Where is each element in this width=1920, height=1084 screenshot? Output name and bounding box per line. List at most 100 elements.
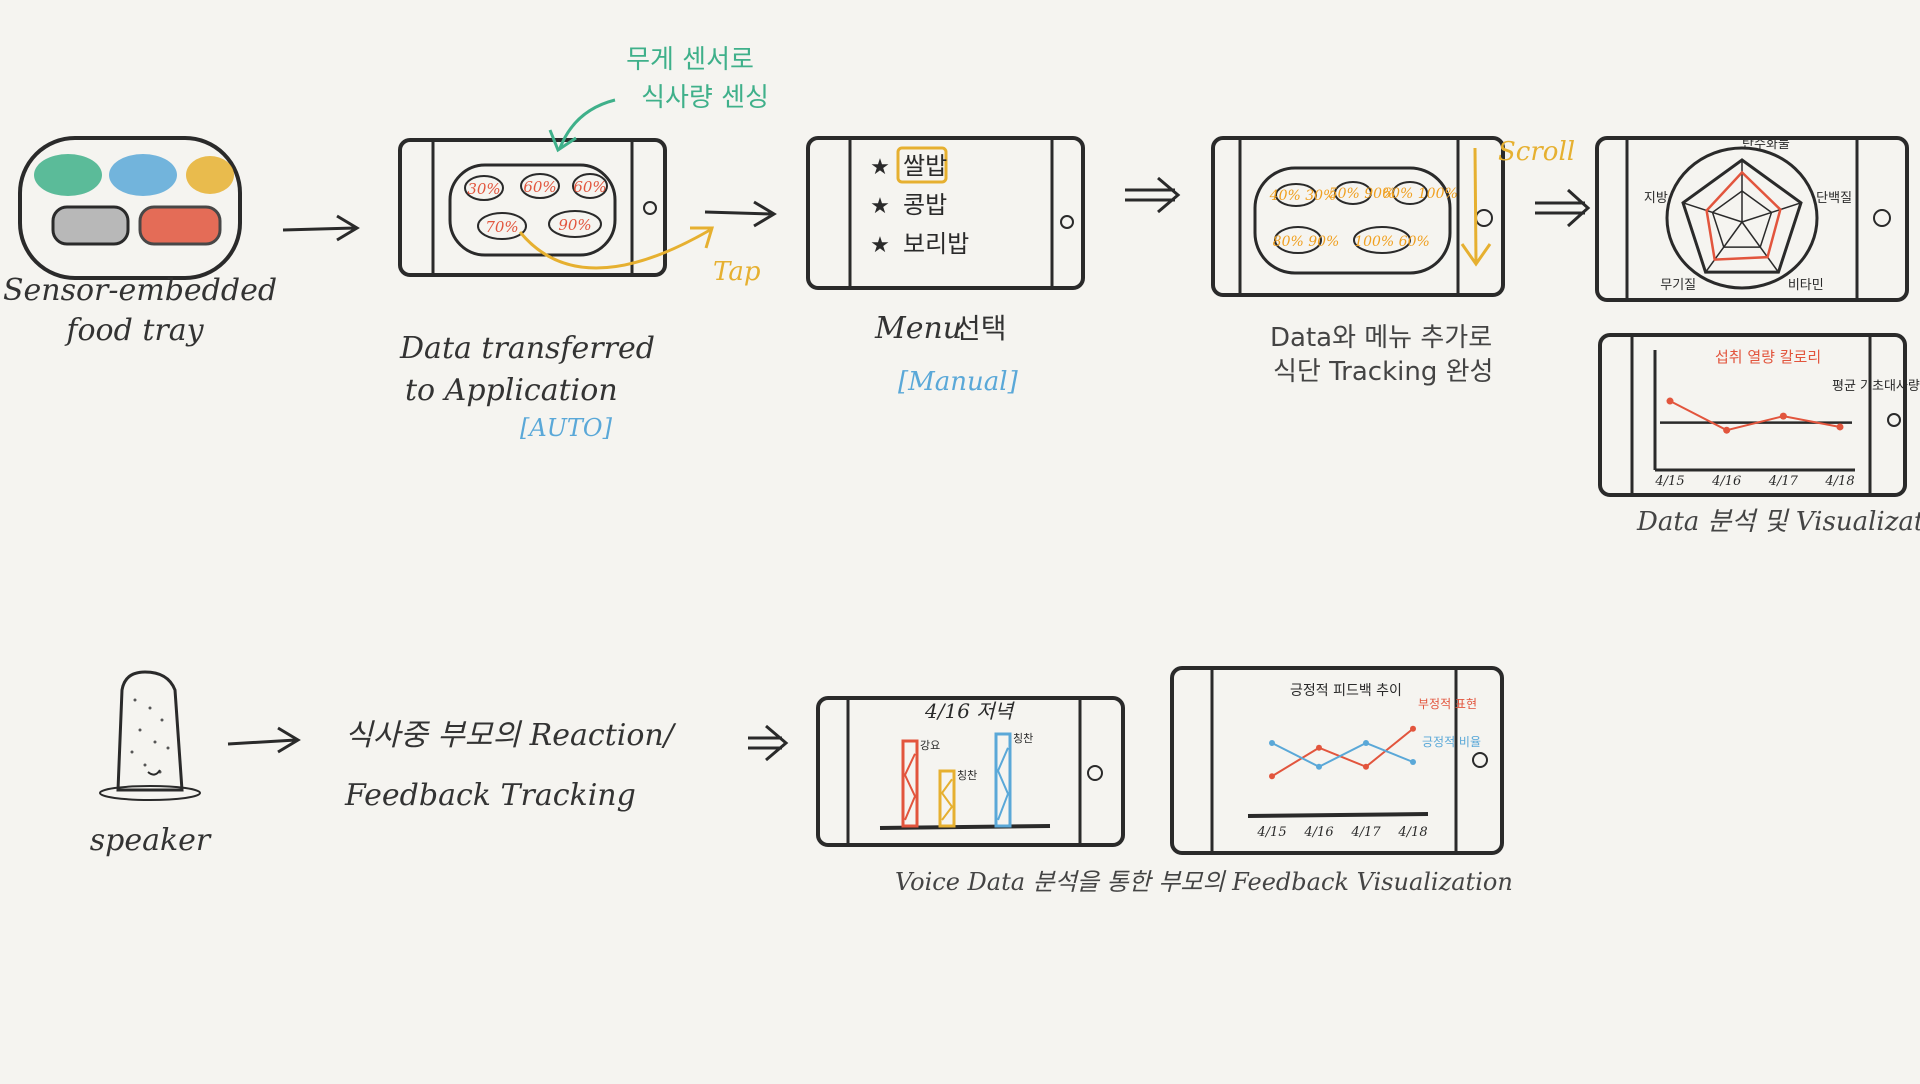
feedback-date-label: 4/15	[1256, 825, 1286, 840]
scroll-arrow-icon	[1460, 147, 1492, 267]
radar-axis-label: 무기질	[1660, 278, 1696, 293]
step4-label-line1: Data와 메뉴 추가로	[1270, 323, 1492, 353]
home-button-icon	[643, 201, 657, 215]
feedback-point	[1363, 740, 1369, 746]
step1-label-line2: food tray	[64, 313, 204, 348]
sensor-annotation-line2: 식사량 센싱	[641, 83, 769, 113]
menu-item-3[interactable]: 보리밥	[903, 230, 969, 258]
menu-list: ★ 쌀밥 ★ 콩밥 ★ 보리밥	[870, 152, 969, 258]
voice-bar-chart: 강요칭찬칭찬	[901, 731, 1033, 828]
feedback-point	[1316, 744, 1322, 751]
storyboard-svg: Sensor-embedded food tray 30% 60% 60% 70…	[3, 45, 1920, 896]
step2-label-line1: Data transferred	[399, 331, 655, 366]
step8-label: Voice Data 분석을 통한 부모의 Feedback Visualiza…	[895, 868, 1513, 896]
radar-axis-label: 비타민	[1788, 278, 1824, 293]
step7-label-line1: 식사중 부모의 Reaction/	[345, 718, 677, 753]
radar-axis	[1741, 202, 1802, 223]
star-icon: ★	[870, 155, 890, 180]
calorie-series-line	[1669, 400, 1841, 432]
feedback-line-chart: 4/15 4/16 4/17 4/18	[1256, 725, 1428, 840]
calorie-chart-title: 섭취 열량 칼로리	[1715, 348, 1821, 366]
speaker-label: speaker	[90, 823, 212, 858]
feedback-date-label: 4/18	[1397, 825, 1427, 840]
calorie-ref-label: 평균 기초대사량	[1832, 379, 1920, 394]
radar-axis-label: 지방	[1644, 191, 1668, 206]
tray-value-2: 60%	[523, 178, 556, 196]
manual-mode-label: [Manual]	[898, 367, 1019, 397]
tray-compartment-gray	[51, 205, 130, 246]
calorie-date-label: 4/15	[1654, 474, 1684, 489]
tray-compartment-red	[138, 205, 222, 246]
calorie-date-label: 4/16	[1711, 474, 1741, 489]
menu-item-1[interactable]: 쌀밥	[903, 152, 947, 180]
bar-fill-scribble	[940, 778, 954, 821]
home-button-icon	[1873, 209, 1891, 227]
scroll-label: Scroll	[1498, 137, 1575, 167]
tracking-value-5: 100% 60%	[1354, 234, 1430, 250]
step5-label: Data 분석 및 Visualization	[1636, 507, 1920, 537]
home-button-icon	[1475, 209, 1493, 227]
curved-arrow-icon	[548, 98, 616, 153]
star-icon: ★	[870, 194, 890, 219]
feedback-point	[1410, 725, 1416, 732]
step3-label-prefix: Menu	[874, 311, 962, 346]
home-button-icon	[1060, 215, 1074, 229]
tray-compartment-blue	[109, 154, 177, 196]
calorie-date-label: 4/18	[1824, 474, 1854, 489]
arrow-right-icon	[282, 214, 360, 242]
feedback-point	[1410, 759, 1416, 765]
bar-fill-scribble	[903, 753, 917, 821]
calorie-point	[1666, 397, 1674, 405]
bar-label: 칭찬	[1013, 731, 1033, 745]
tray-value-3: 60%	[573, 178, 606, 196]
feedback-point	[1269, 773, 1275, 780]
tray-value-4: 70%	[485, 218, 518, 236]
step1-label-line1: Sensor-embedded	[3, 273, 277, 308]
feedback-point	[1363, 763, 1369, 770]
auto-mode-label: [AUTO]	[520, 414, 613, 442]
bar-label: 칭찬	[957, 768, 977, 782]
storyboard-canvas: Sensor-embedded food tray 30% 60% 60% 70…	[0, 0, 1920, 1080]
tap-arrow-icon	[518, 226, 715, 270]
food-tray	[18, 136, 242, 280]
feedback-series-label-1: 부정적 표현	[1418, 697, 1477, 711]
tray-compartment-yellow	[186, 156, 234, 194]
tracking-value-3: 60% 100%	[1382, 186, 1458, 202]
arrow-right-icon	[227, 726, 301, 754]
home-button-icon	[1087, 765, 1103, 781]
bar-label: 강요	[920, 739, 940, 752]
feedback-point	[1269, 740, 1275, 746]
menu-item-2[interactable]: 콩밥	[903, 191, 947, 219]
tap-label: Tap	[713, 257, 761, 287]
speaker-icon	[99, 670, 201, 801]
phone-frame-step4	[1211, 136, 1505, 297]
tracking-value-1: 40% 30%	[1269, 188, 1337, 204]
radar-axis-label: 탄수화물	[1742, 137, 1790, 152]
bar-fill-scribble	[996, 747, 1010, 821]
arrow-right-icon	[704, 200, 777, 228]
home-button-icon	[1472, 752, 1488, 768]
step4-label-line2: 식단 Tracking 완성	[1273, 357, 1493, 387]
calorie-date-label: 4/17	[1768, 474, 1799, 489]
calorie-line-chart: 4/15 4/16 4/17 4/18	[1654, 397, 1855, 489]
tracking-value-4: 80% 90%	[1273, 234, 1340, 250]
sensor-annotation-line1: 무게 센서로	[626, 45, 754, 75]
tray-value-5: 90%	[558, 216, 591, 234]
step3-label-ko: 선택	[955, 312, 1007, 345]
radar-chart: 탄수화물단백질비타민 무기질 지방	[1644, 137, 1852, 293]
step2-label-line2: to Application	[405, 373, 618, 408]
star-icon: ★	[870, 233, 890, 258]
feedback-date-label: 4/17	[1350, 825, 1381, 840]
tray-value-1: 30%	[467, 180, 500, 198]
feedback-date-label: 4/16	[1303, 825, 1333, 840]
feedback-point	[1316, 763, 1322, 770]
double-arrow-icon	[1125, 176, 1181, 214]
step7-label-line2: Feedback Tracking	[344, 778, 636, 813]
double-arrow-icon	[1535, 188, 1591, 228]
feedback-series-label-2: 긍정적 비율	[1422, 735, 1481, 749]
phone-frame-step2	[398, 138, 667, 277]
radar-axis-label: 단백질	[1816, 191, 1852, 206]
calorie-point	[1723, 426, 1731, 434]
calorie-point	[1779, 412, 1787, 420]
bar-chart-title: 4/16 저녁	[924, 699, 1016, 723]
